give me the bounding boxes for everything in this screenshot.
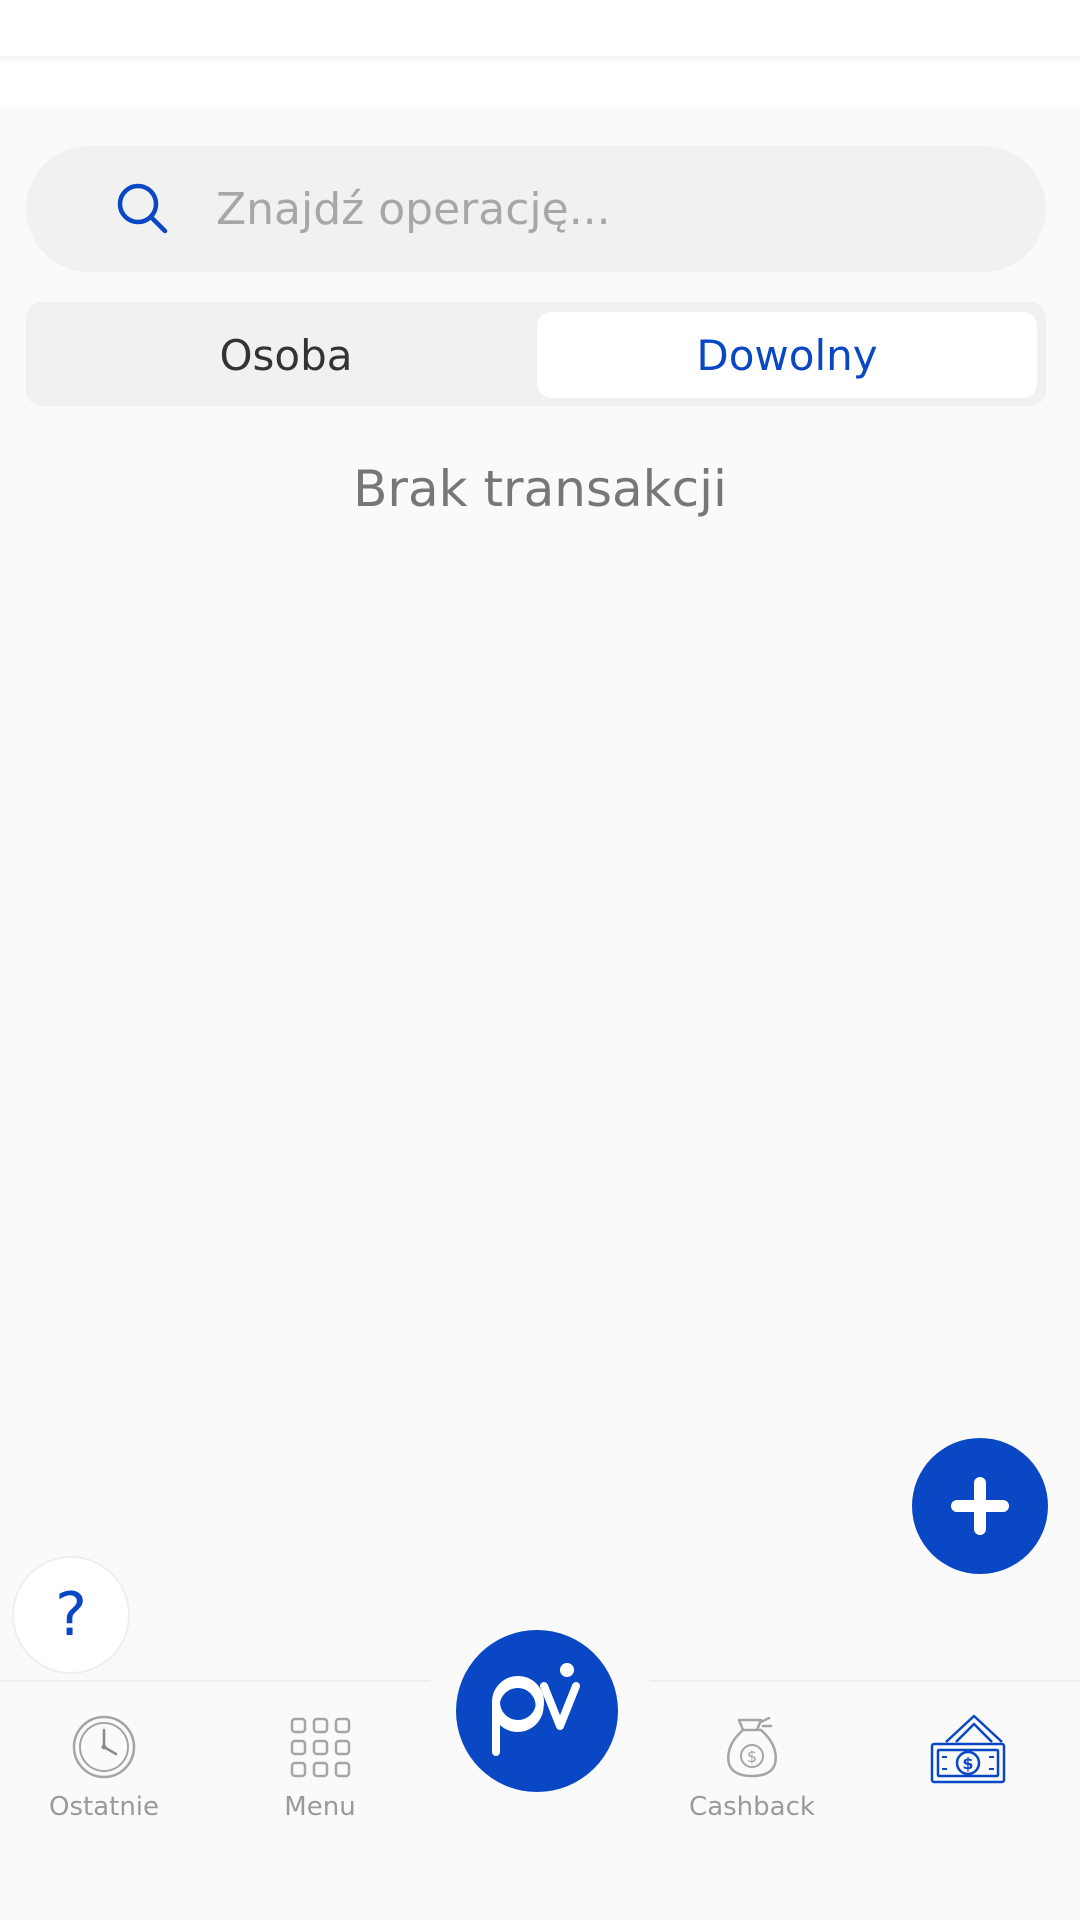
search-bar[interactable]: [26, 146, 1046, 272]
nav-item-menu[interactable]: Menu: [230, 1712, 410, 1822]
plus-icon: [951, 1477, 1009, 1535]
empty-state-text: Brak transakcji: [353, 460, 727, 518]
svg-text:$: $: [962, 1754, 973, 1773]
pv-logo-icon: [492, 1663, 580, 1756]
nav-item-cashback[interactable]: $ Cashback: [662, 1712, 842, 1822]
top-bar-divider: [0, 56, 1080, 64]
help-question-icon: ?: [55, 1580, 87, 1650]
nav-label-cashback: Cashback: [689, 1792, 815, 1822]
segment-dowolny[interactable]: Dowolny: [537, 312, 1037, 398]
pv-home-button[interactable]: [456, 1630, 618, 1792]
clock-icon: [72, 1715, 136, 1779]
nav-label-menu: Menu: [284, 1792, 356, 1822]
search-input[interactable]: [216, 174, 996, 244]
add-transaction-button[interactable]: [912, 1438, 1048, 1574]
grid-icon: [290, 1717, 351, 1778]
segment-osoba[interactable]: Osoba: [36, 312, 536, 398]
nav-item-cash[interactable]: $: [878, 1712, 1058, 1822]
top-bar: [0, 0, 1080, 108]
money-bag-icon: $: [727, 1716, 777, 1778]
nav-item-ostatnie[interactable]: Ostatnie: [14, 1712, 194, 1822]
svg-text:$: $: [747, 1747, 757, 1766]
segmented-control: Osoba Dowolny: [26, 302, 1046, 406]
search-icon: [117, 183, 168, 234]
nav-label-ostatnie: Ostatnie: [48, 1792, 160, 1822]
cash-bills-icon: $: [930, 1714, 1006, 1784]
help-button[interactable]: ?: [12, 1556, 130, 1674]
